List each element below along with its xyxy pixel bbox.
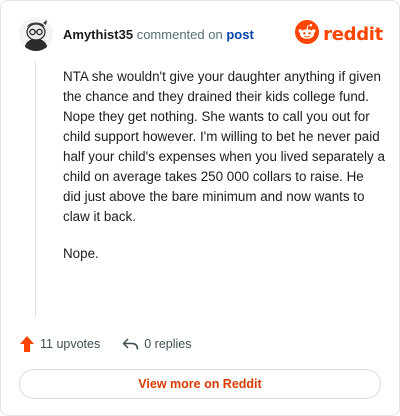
comment-actions: 11 upvotes 0 replies bbox=[19, 333, 191, 355]
comment-body: NTA she wouldn't give your daughter anyt… bbox=[63, 67, 385, 281]
thread-line bbox=[35, 61, 36, 317]
username-link[interactable]: Amythist35 bbox=[63, 27, 133, 42]
replies-button[interactable]: 0 replies bbox=[122, 337, 191, 351]
reddit-logo[interactable]: reddit bbox=[295, 19, 383, 49]
reply-arrow-icon bbox=[122, 337, 139, 351]
comment-embed-card: Amythist35 commented on post reddit NTA … bbox=[0, 0, 400, 416]
comment-header: Amythist35 commented on post reddit bbox=[19, 17, 383, 53]
commented-on-label: commented on bbox=[136, 27, 223, 42]
user-avatar[interactable] bbox=[19, 17, 53, 51]
reddit-wordmark: reddit bbox=[323, 23, 383, 45]
comment-paragraph: NTA she wouldn't give your daughter anyt… bbox=[63, 69, 385, 224]
comment-paragraph: Nope. bbox=[63, 246, 99, 261]
upvote-arrow-icon bbox=[19, 335, 35, 353]
comment-meta: Amythist35 commented on post bbox=[63, 27, 254, 43]
reply-count: 0 replies bbox=[144, 337, 192, 351]
upvote-count: 11 upvotes bbox=[40, 337, 101, 351]
upvote-button[interactable]: 11 upvotes bbox=[19, 335, 100, 353]
post-link[interactable]: post bbox=[226, 27, 253, 42]
reddit-snoo-icon bbox=[295, 19, 320, 49]
view-more-label: View more on Reddit bbox=[138, 377, 262, 391]
view-more-button[interactable]: View more on Reddit bbox=[19, 369, 381, 399]
